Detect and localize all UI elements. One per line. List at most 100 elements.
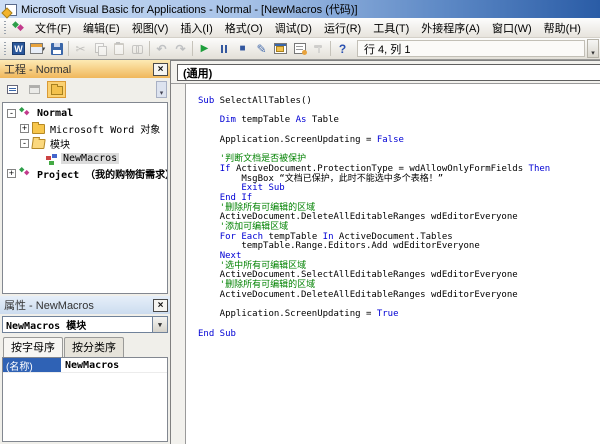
property-value[interactable]: NewMacros [61, 360, 123, 371]
design-icon [256, 42, 266, 56]
toolbar-overflow-button[interactable]: ▾ [587, 39, 599, 58]
pt-object-icon [29, 85, 40, 94]
menu-help[interactable]: 帮助(H) [538, 17, 587, 39]
tree-item-label: Microsoft Word 对象 [48, 121, 162, 136]
property-row[interactable]: (名称)NewMacros [3, 358, 167, 373]
tree-item-normal-project[interactable]: - Normal [3, 106, 167, 121]
code-editor[interactable]: Sub SelectAllTables() Dim tempTable As T… [171, 83, 600, 444]
code-line: tempTable.Range.Editors.Add wdEditorEver… [198, 242, 600, 252]
run-macro-button[interactable] [195, 40, 214, 58]
tree-item-label: Normal [35, 108, 75, 119]
paste-button[interactable] [109, 40, 128, 58]
project-win-icon [274, 43, 287, 54]
run-icon [201, 43, 209, 54]
project-explorer: 工程 - Normal × ▾ - Normal + Microsoft Word 对… [0, 60, 170, 296]
properties-window-button[interactable] [290, 40, 309, 58]
toolbar-buttons: ▾ [9, 40, 352, 58]
toolbar: ▾ 行 4, 列 1 ▾ [0, 38, 600, 60]
object-dropdown[interactable]: (通用) [177, 64, 600, 81]
toolbox-button[interactable] [309, 40, 328, 58]
menubar-grip[interactable] [3, 21, 6, 35]
code-lines: Sub SelectAllTables() Dim tempTable As T… [187, 97, 600, 339]
cut-button[interactable] [71, 40, 90, 58]
undo-button[interactable] [152, 40, 171, 58]
tab-categorized[interactable]: 按分类序 [64, 337, 124, 357]
cut-icon [75, 42, 85, 56]
toolbar-separator [149, 41, 150, 56]
menu-run[interactable]: 运行(R) [318, 17, 367, 39]
menu-add-ins[interactable]: 外接程序(A) [415, 17, 486, 39]
tree-item-newmacros-module[interactable]: NewMacros [3, 151, 167, 166]
property-name: (名称) [3, 358, 61, 372]
menu-tools[interactable]: 工具(T) [367, 17, 415, 39]
tab-alphabetic[interactable]: 按字母序 [3, 337, 63, 357]
menu-file[interactable]: 文件(F) [29, 17, 77, 39]
save-button[interactable] [47, 40, 66, 58]
toolbar-grip[interactable] [3, 42, 6, 56]
view-microsoft-word-button[interactable] [9, 40, 28, 58]
close-icon[interactable]: × [153, 63, 168, 76]
tree-item-project-shopping[interactable]: + Project （我的购物街需求） [3, 166, 167, 181]
module-icon [45, 154, 58, 164]
code-margin-indicator-bar [171, 84, 186, 444]
close-icon[interactable]: × [153, 299, 168, 312]
menu-format[interactable]: 格式(O) [219, 17, 269, 39]
collapse-icon[interactable]: - [7, 109, 16, 118]
workspace: 工程 - Normal × ▾ - Normal + Microsoft Word 对… [0, 60, 600, 444]
break-button[interactable] [214, 40, 233, 58]
code-line [198, 320, 600, 330]
vba-project-icon [19, 108, 32, 119]
menu-view[interactable]: 视图(V) [126, 17, 175, 39]
folder-open-icon [31, 139, 45, 149]
collapse-icon[interactable]: - [20, 139, 29, 148]
code-line: End Sub [198, 330, 600, 340]
undo-icon [156, 42, 166, 56]
toolbox-icon [313, 43, 325, 54]
menu-window[interactable]: 窗口(W) [486, 17, 538, 39]
toolbar-separator [68, 41, 69, 56]
titlebar: Microsoft Visual Basic for Applications … [0, 0, 600, 18]
props-win-icon [294, 43, 306, 54]
save-icon [51, 43, 63, 55]
project-tree: - Normal + Microsoft Word 对象-模块 NewMacros + Pr… [2, 102, 168, 294]
project-explorer-toolbar: ▾ [0, 78, 170, 100]
project-explorer-titlebar[interactable]: 工程 - Normal × [0, 60, 170, 78]
reset-button[interactable] [233, 40, 252, 58]
menu-insert[interactable]: 插入(I) [174, 17, 218, 39]
pt-folder-icon [51, 86, 63, 95]
find-button[interactable] [128, 40, 147, 58]
tree-item-label: NewMacros [61, 153, 119, 164]
code-line: Application.ScreenUpdating = False [198, 136, 600, 146]
panel-overflow-button[interactable]: ▾ [156, 81, 167, 98]
object-selector-dropdown[interactable]: NewMacros 模块 ▼ [2, 316, 168, 333]
copy-button[interactable] [90, 40, 109, 58]
left-dock: 工程 - Normal × ▾ - Normal + Microsoft Word 对… [0, 60, 170, 444]
expand-icon[interactable]: + [7, 169, 16, 178]
help-button[interactable] [333, 40, 352, 58]
redo-button[interactable] [171, 40, 190, 58]
tree-item-modules-folder[interactable]: -模块 [3, 136, 167, 151]
code-window: (通用) Sub SelectAllTables() Dim tempTable… [170, 60, 600, 444]
vb-app-icon [3, 3, 17, 16]
view-object-button[interactable] [25, 81, 44, 98]
menu-debug[interactable]: 调试(D) [269, 17, 318, 39]
design-mode-button[interactable] [252, 40, 271, 58]
code-line: Exit Sub [198, 184, 600, 194]
paste-icon [114, 43, 124, 55]
tree-item-label: Project （我的购物街需求） [35, 166, 168, 181]
chevron-down-icon[interactable]: ▼ [152, 317, 167, 332]
menubar-items: 文件(F)编辑(E)视图(V)插入(I)格式(O)调试(D)运行(R)工具(T)… [29, 17, 587, 39]
code-line: ActiveDocument.DeleteAllEditableRanges w… [198, 291, 600, 301]
tree-item-microsoft-word-objects[interactable]: + Microsoft Word 对象 [3, 121, 167, 136]
menu-edit[interactable]: 编辑(E) [77, 17, 126, 39]
properties-titlebar[interactable]: 属性 - NewMacros × [0, 296, 170, 314]
reset-icon [239, 43, 245, 54]
expand-icon[interactable]: + [20, 124, 29, 133]
view-code-button[interactable] [3, 81, 22, 98]
project-explorer-button[interactable] [271, 40, 290, 58]
word-icon [12, 42, 25, 55]
insert-userform-button[interactable]: ▾ [28, 40, 47, 58]
project-explorer-title: 工程 - Normal [4, 61, 71, 77]
toggle-folders-button[interactable] [47, 81, 66, 98]
vbe-window: Microsoft Visual Basic for Applications … [0, 0, 600, 444]
